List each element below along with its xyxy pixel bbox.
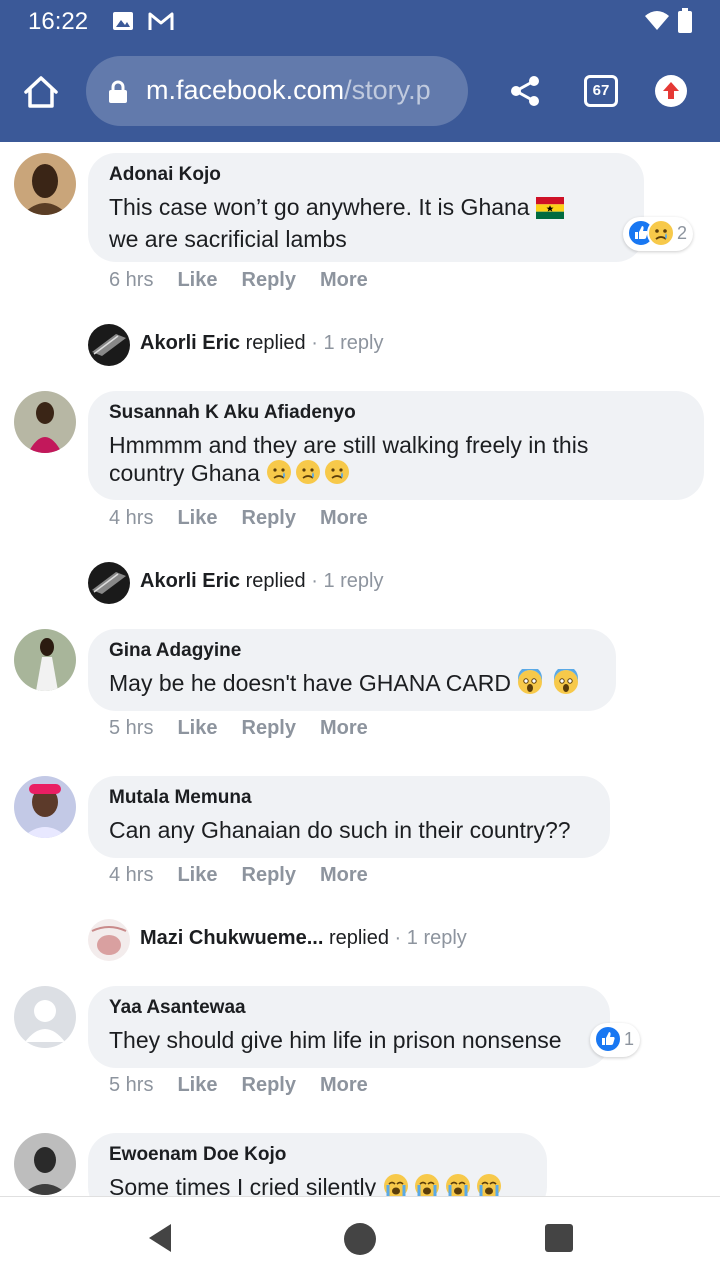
comment-time: 4 hrs [109,864,154,886]
browser-toolbar: m.facebook.com/story.p 67 [0,44,720,142]
loudly-crying-face-icon [383,1173,503,1196]
status-time: 16:22 [28,8,89,35]
reply-avatar [88,324,130,366]
like-button[interactable]: Like [177,1074,217,1096]
comment-actions: 4 hrs Like Reply More [109,864,392,887]
ghana-flag-icon [536,197,564,225]
reply-button[interactable]: Reply [242,717,296,739]
sad-reaction-icon [647,219,675,247]
comment-time: 4 hrs [109,507,154,529]
comment-bubble: Adonai Kojo This case won’t go anywhere.… [88,153,644,262]
comment-time: 6 hrs [109,269,154,291]
more-button[interactable]: More [320,864,368,886]
system-nav-bar [0,1196,720,1280]
comment-text: Can any Ghanaian do such in their countr… [109,817,571,843]
comment-bubble: Ewoenam Doe Kojo Some times I cried sile… [88,1133,547,1196]
comment-text: May be he doesn't have GHANA CARD [109,666,594,701]
more-button[interactable]: More [320,269,368,291]
gmail-icon [148,10,174,37]
avatar[interactable] [14,391,76,453]
image-icon [112,10,134,37]
comment-time: 5 hrs [109,717,154,739]
back-icon[interactable] [147,1223,173,1258]
like-reaction-icon [594,1025,622,1053]
update-icon[interactable] [655,75,687,107]
url-text: m.facebook.com/story.p [146,75,431,105]
url-bar[interactable]: m.facebook.com/story.p [86,56,468,126]
crying-face-icon [266,459,350,491]
comment-text: They should give him life in prison nons… [109,1027,562,1053]
like-button[interactable]: Like [177,717,217,739]
comment-actions: 6 hrs Like Reply More [109,269,392,292]
reply-button[interactable]: Reply [242,269,296,291]
comment-author[interactable]: Mutala Memuna [109,786,588,810]
comment-bubble: Mutala Memuna Can any Ghanaian do such i… [88,776,610,858]
comment-time: 5 hrs [109,1074,154,1096]
comment-actions: 5 hrs Like Reply More [109,1074,392,1097]
comment-author[interactable]: Gina Adagyine [109,639,594,663]
comment-text: This case won’t go anywhere. It is Ghana… [109,193,622,253]
comment-author[interactable]: Susannah K Aku Afiadenyo [109,401,682,425]
comment-author[interactable]: Ewoenam Doe Kojo [109,1143,525,1167]
avatar[interactable] [14,986,76,1048]
status-bar: 16:22 [0,0,720,44]
reply-button[interactable]: Reply [242,507,296,529]
comment-text: Some times I cried silently [109,1173,525,1196]
more-button[interactable]: More [320,1074,368,1096]
like-button[interactable]: Like [177,269,217,291]
reaction-summary[interactable]: 1 [590,1023,641,1057]
tabs-icon[interactable]: 67 [584,75,618,107]
lock-icon [108,80,128,109]
nav-home-icon[interactable] [344,1223,376,1255]
avatar[interactable] [14,153,76,215]
reply-button[interactable]: Reply [242,1074,296,1096]
reaction-summary[interactable]: 2 [623,217,694,251]
comment-bubble: Susannah K Aku Afiadenyo Hmmmm and they … [88,391,704,500]
reply-avatar [88,562,130,604]
share-icon[interactable] [508,74,542,113]
reply-avatar [88,919,130,961]
comment-text: Hmmmm and they are still walking freely … [109,431,682,491]
more-button[interactable]: More [320,507,368,529]
comments-feed: Adonai Kojo This case won’t go anywhere.… [0,142,720,1196]
more-button[interactable]: More [320,717,368,739]
comment-bubble: Gina Adagyine May be he doesn't have GHA… [88,629,616,711]
battery-icon [677,8,693,39]
scream-face-icon [517,666,579,701]
like-button[interactable]: Like [177,864,217,886]
comment-bubble: Yaa Asantewaa They should give him life … [88,986,610,1068]
like-button[interactable]: Like [177,507,217,529]
reply-button[interactable]: Reply [242,864,296,886]
comment-actions: 5 hrs Like Reply More [109,717,392,740]
comment-author[interactable]: Adonai Kojo [109,163,622,187]
avatar[interactable] [14,776,76,838]
avatar[interactable] [14,629,76,691]
wifi-icon [644,8,670,37]
home-icon[interactable] [22,74,62,114]
avatar[interactable] [14,1133,76,1195]
recents-icon[interactable] [545,1224,573,1252]
comment-author[interactable]: Yaa Asantewaa [109,996,588,1020]
comment-actions: 4 hrs Like Reply More [109,507,392,530]
